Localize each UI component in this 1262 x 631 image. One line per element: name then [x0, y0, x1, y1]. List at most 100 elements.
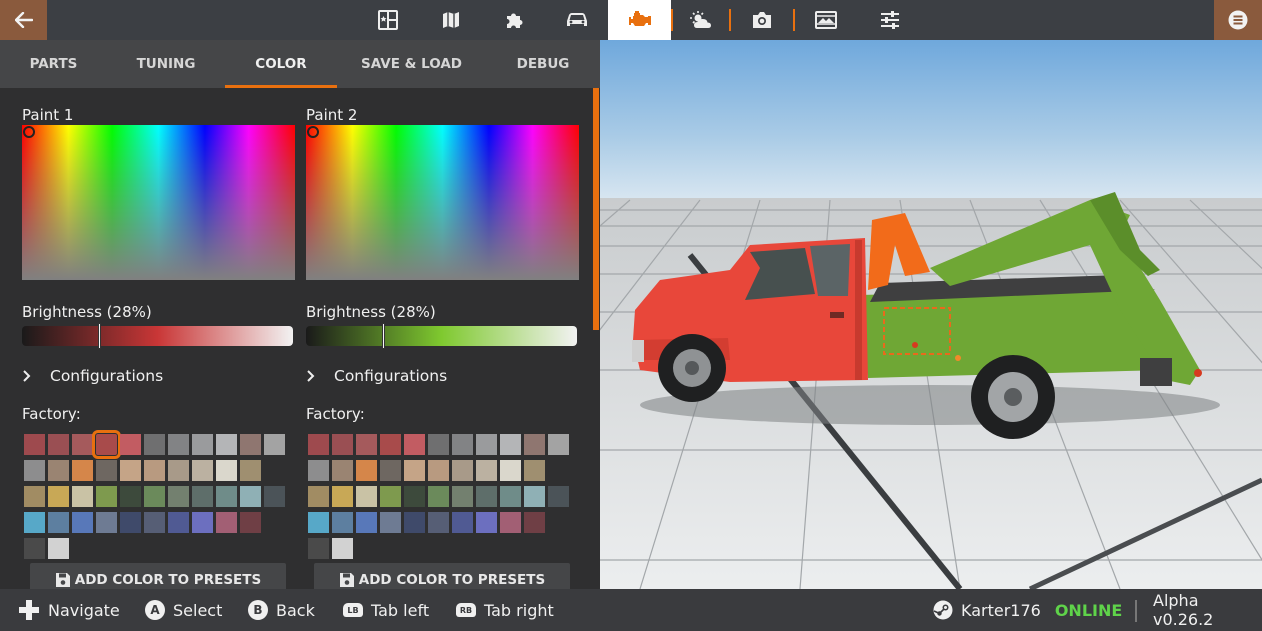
- factory-swatch[interactable]: [356, 486, 377, 507]
- factory-swatch[interactable]: [168, 512, 189, 533]
- factory-swatch[interactable]: [452, 512, 473, 533]
- factory-swatch[interactable]: [216, 434, 237, 455]
- vehicle-config-button[interactable]: [608, 0, 671, 40]
- paint1-brightness-thumb[interactable]: [98, 323, 101, 349]
- factory-swatch[interactable]: [356, 434, 377, 455]
- factory-swatch[interactable]: [356, 460, 377, 481]
- paint2-configurations-toggle[interactable]: Configurations: [306, 366, 586, 386]
- factory-swatch[interactable]: [144, 486, 165, 507]
- back-button[interactable]: [0, 0, 47, 40]
- vehicles-button[interactable]: [545, 0, 608, 40]
- factory-swatch[interactable]: [308, 460, 329, 481]
- factory-swatch[interactable]: [332, 486, 353, 507]
- paint1-add-to-presets-button[interactable]: ADD COLOR TO PRESETS: [30, 563, 286, 589]
- factory-swatch[interactable]: [24, 460, 45, 481]
- factory-swatch[interactable]: [48, 460, 69, 481]
- factory-swatch[interactable]: [332, 434, 353, 455]
- factory-swatch[interactable]: [96, 460, 117, 481]
- options-button[interactable]: [857, 0, 923, 40]
- factory-swatch[interactable]: [476, 460, 497, 481]
- paint2-picker-cursor[interactable]: [307, 126, 319, 138]
- paint1-brightness-slider[interactable]: [22, 323, 293, 349]
- factory-swatch[interactable]: [500, 512, 521, 533]
- factory-swatch[interactable]: [404, 512, 425, 533]
- factory-swatch[interactable]: [240, 434, 261, 455]
- factory-swatch[interactable]: [380, 460, 401, 481]
- camera-button[interactable]: [731, 0, 793, 40]
- panel-scrollbar[interactable]: [593, 88, 599, 330]
- factory-swatch[interactable]: [120, 486, 141, 507]
- factory-swatch[interactable]: [216, 460, 237, 481]
- factory-swatch[interactable]: [48, 512, 69, 533]
- factory-swatch[interactable]: [120, 512, 141, 533]
- factory-swatch[interactable]: [332, 512, 353, 533]
- map-button[interactable]: [419, 0, 482, 40]
- factory-swatch[interactable]: [216, 486, 237, 507]
- factory-swatch[interactable]: [476, 434, 497, 455]
- factory-swatch[interactable]: [264, 486, 285, 507]
- factory-swatch[interactable]: [380, 512, 401, 533]
- tab-save-load[interactable]: SAVE & LOAD: [337, 40, 486, 88]
- factory-swatch[interactable]: [332, 460, 353, 481]
- factory-swatch[interactable]: [72, 434, 93, 455]
- factory-swatch[interactable]: [240, 460, 261, 481]
- factory-swatch[interactable]: [428, 486, 449, 507]
- factory-swatch[interactable]: [24, 486, 45, 507]
- factory-swatch[interactable]: [144, 460, 165, 481]
- factory-swatch[interactable]: [428, 434, 449, 455]
- factory-swatch[interactable]: [380, 486, 401, 507]
- tab-debug[interactable]: DEBUG: [486, 40, 600, 88]
- environment-button[interactable]: [673, 0, 729, 40]
- factory-swatch[interactable]: [168, 460, 189, 481]
- tab-parts[interactable]: PARTS: [0, 40, 107, 88]
- factory-swatch[interactable]: [92, 430, 121, 459]
- factory-swatch[interactable]: [192, 512, 213, 533]
- factory-swatch[interactable]: [168, 434, 189, 455]
- parts-button[interactable]: [482, 0, 545, 40]
- factory-swatch[interactable]: [308, 486, 329, 507]
- factory-swatch[interactable]: [72, 460, 93, 481]
- paint2-brightness-thumb[interactable]: [382, 323, 385, 349]
- factory-swatch[interactable]: [548, 486, 569, 507]
- factory-swatch[interactable]: [500, 434, 521, 455]
- factory-swatch[interactable]: [48, 486, 69, 507]
- factory-swatch[interactable]: [428, 460, 449, 481]
- factory-swatch[interactable]: [524, 460, 545, 481]
- paint2-brightness-slider[interactable]: [306, 323, 577, 349]
- tab-tuning[interactable]: TUNING: [107, 40, 225, 88]
- factory-swatch[interactable]: [96, 486, 117, 507]
- tab-color[interactable]: COLOR: [225, 40, 337, 88]
- factory-swatch[interactable]: [24, 512, 45, 533]
- factory-swatch[interactable]: [120, 460, 141, 481]
- factory-swatch[interactable]: [216, 512, 237, 533]
- main-menu-button[interactable]: [1214, 0, 1262, 40]
- 3d-viewport[interactable]: [600, 40, 1262, 589]
- factory-swatch[interactable]: [380, 434, 401, 455]
- factory-swatch[interactable]: [428, 512, 449, 533]
- paint1-picker-cursor[interactable]: [23, 126, 35, 138]
- factory-swatch[interactable]: [500, 460, 521, 481]
- factory-swatch[interactable]: [404, 434, 425, 455]
- factory-swatch[interactable]: [120, 434, 141, 455]
- factory-swatch[interactable]: [144, 434, 165, 455]
- factory-swatch[interactable]: [500, 486, 521, 507]
- factory-swatch[interactable]: [72, 486, 93, 507]
- factory-swatch[interactable]: [168, 486, 189, 507]
- factory-swatch[interactable]: [524, 512, 545, 533]
- factory-swatch[interactable]: [192, 460, 213, 481]
- factory-swatch[interactable]: [332, 538, 353, 559]
- paint1-configurations-toggle[interactable]: Configurations: [22, 366, 302, 386]
- photo-mode-button[interactable]: [795, 0, 857, 40]
- paint2-add-to-presets-button[interactable]: ADD COLOR TO PRESETS: [314, 563, 570, 589]
- factory-swatch[interactable]: [524, 434, 545, 455]
- factory-swatch[interactable]: [24, 538, 45, 559]
- factory-swatch[interactable]: [308, 512, 329, 533]
- factory-swatch[interactable]: [548, 434, 569, 455]
- factory-swatch[interactable]: [240, 486, 261, 507]
- factory-swatch[interactable]: [192, 434, 213, 455]
- factory-swatch[interactable]: [72, 512, 93, 533]
- factory-swatch[interactable]: [356, 512, 377, 533]
- factory-swatch[interactable]: [48, 538, 69, 559]
- factory-swatch[interactable]: [264, 434, 285, 455]
- factory-swatch[interactable]: [476, 512, 497, 533]
